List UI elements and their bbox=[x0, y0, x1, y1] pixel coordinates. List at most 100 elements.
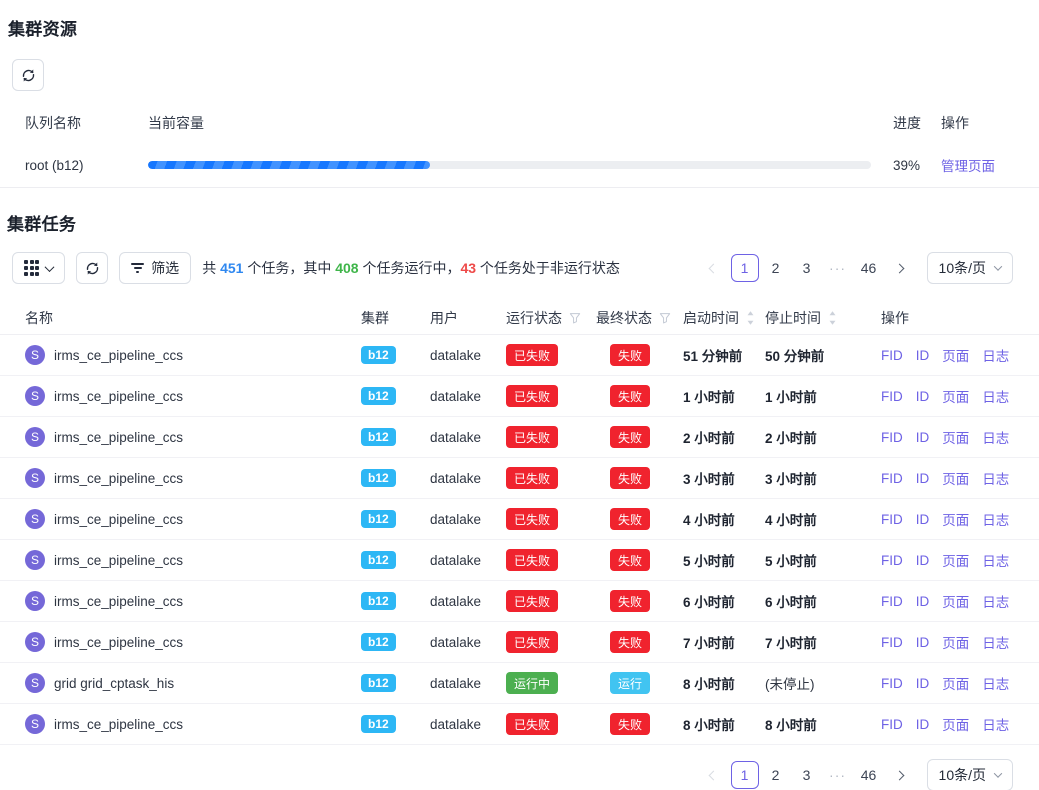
task-name: irms_ce_pipeline_ccs bbox=[54, 471, 183, 486]
action-link-page[interactable]: 页面 bbox=[942, 427, 969, 447]
action-link-id[interactable]: ID bbox=[916, 553, 930, 568]
action-link-fid[interactable]: FID bbox=[881, 717, 903, 732]
pagination-page-2[interactable]: 2 bbox=[762, 254, 790, 282]
run-status-cell: 已失败 bbox=[506, 467, 596, 489]
action-link-id[interactable]: ID bbox=[916, 348, 930, 363]
action-link-log[interactable]: 日志 bbox=[982, 673, 1009, 693]
action-link-page[interactable]: 页面 bbox=[942, 386, 969, 406]
action-link-log[interactable]: 日志 bbox=[982, 345, 1009, 365]
final-status-cell: 失败 bbox=[596, 344, 683, 366]
chevron-right-icon bbox=[895, 263, 905, 273]
action-link-id[interactable]: ID bbox=[916, 635, 930, 650]
refresh-icon bbox=[85, 261, 100, 276]
manage-page-link[interactable]: 管理页面 bbox=[941, 159, 995, 174]
queue-name: root (b12) bbox=[25, 158, 148, 173]
action-link-id[interactable]: ID bbox=[916, 471, 930, 486]
actions-cell: FID ID 页面日志 bbox=[881, 468, 1011, 488]
start-time: 8 小时前 bbox=[683, 673, 765, 693]
filter-button[interactable]: 筛选 bbox=[119, 252, 191, 284]
final-status-badge: 失败 bbox=[610, 713, 650, 735]
pagination-page-46[interactable]: 46 bbox=[855, 254, 883, 282]
task-name-cell: Sirms_ce_pipeline_ccs bbox=[25, 345, 361, 365]
action-link-id[interactable]: ID bbox=[916, 676, 930, 691]
final-status-cell: 失败 bbox=[596, 508, 683, 530]
action-link-fid[interactable]: FID bbox=[881, 594, 903, 609]
action-link-id[interactable]: ID bbox=[916, 717, 930, 732]
chevron-down-icon bbox=[994, 262, 1002, 270]
action-link-id[interactable]: ID bbox=[916, 430, 930, 445]
pagination-prev-button[interactable] bbox=[700, 761, 728, 789]
stop-time: 3 小时前 bbox=[765, 468, 881, 488]
action-link-log[interactable]: 日志 bbox=[982, 591, 1009, 611]
pagination-page-2[interactable]: 2 bbox=[762, 761, 790, 789]
start-time: 2 小时前 bbox=[683, 427, 765, 447]
action-link-page[interactable]: 页面 bbox=[942, 550, 969, 570]
action-link-id[interactable]: ID bbox=[916, 594, 930, 609]
sorter-icon[interactable] bbox=[828, 309, 837, 327]
col-stop-time: 停止时间 bbox=[765, 308, 881, 328]
col-cluster: 集群 bbox=[361, 308, 430, 328]
action-link-page[interactable]: 页面 bbox=[942, 468, 969, 488]
action-link-log[interactable]: 日志 bbox=[982, 468, 1009, 488]
action-link-page[interactable]: 页面 bbox=[942, 714, 969, 734]
action-link-page[interactable]: 页面 bbox=[942, 509, 969, 529]
cluster-cell: b12 bbox=[361, 387, 430, 405]
action-link-id[interactable]: ID bbox=[916, 389, 930, 404]
action-link-log[interactable]: 日志 bbox=[982, 386, 1009, 406]
pagination-page-1[interactable]: 1 bbox=[731, 254, 759, 282]
action-link-id[interactable]: ID bbox=[916, 512, 930, 527]
task-user: datalake bbox=[430, 430, 506, 445]
action-link-log[interactable]: 日志 bbox=[982, 427, 1009, 447]
run-status-badge: 已失败 bbox=[506, 467, 558, 489]
pagination-ellipsis[interactable]: ··· bbox=[824, 761, 852, 789]
page-size-select[interactable]: 10条/页 bbox=[927, 252, 1013, 284]
table-row: Sirms_ce_pipeline_ccsb12datalake已失败失败8 小… bbox=[0, 704, 1039, 745]
action-link-fid[interactable]: FID bbox=[881, 348, 903, 363]
pagination-page-1[interactable]: 1 bbox=[731, 761, 759, 789]
resources-refresh-button[interactable] bbox=[12, 59, 44, 91]
task-name-cell: Sgrid grid_cptask_his bbox=[25, 673, 361, 693]
action-link-log[interactable]: 日志 bbox=[982, 509, 1009, 529]
col-actions: 操作 bbox=[881, 308, 1011, 328]
pagination-next-button[interactable] bbox=[886, 761, 914, 789]
tasks-toolbar: 筛选 共 451 个任务，其中 408 个任务运行中，43 个任务处于非运行状态… bbox=[0, 252, 1039, 284]
final-status-cell: 失败 bbox=[596, 426, 683, 448]
pagination-page-3[interactable]: 3 bbox=[793, 254, 821, 282]
pagination-next-button[interactable] bbox=[886, 254, 914, 282]
action-link-log[interactable]: 日志 bbox=[982, 714, 1009, 734]
layout-dropdown-button[interactable] bbox=[12, 252, 65, 284]
run-status-badge: 已失败 bbox=[506, 549, 558, 571]
filter-funnel-icon[interactable] bbox=[659, 312, 671, 324]
page-size-select[interactable]: 10条/页 bbox=[927, 759, 1013, 790]
cluster-cell: b12 bbox=[361, 674, 430, 692]
action-link-page[interactable]: 页面 bbox=[942, 673, 969, 693]
action-link-page[interactable]: 页面 bbox=[942, 345, 969, 365]
action-link-fid[interactable]: FID bbox=[881, 430, 903, 445]
action-link-log[interactable]: 日志 bbox=[982, 550, 1009, 570]
tasks-refresh-button[interactable] bbox=[76, 252, 108, 284]
action-link-fid[interactable]: FID bbox=[881, 676, 903, 691]
action-link-fid[interactable]: FID bbox=[881, 471, 903, 486]
actions-cell: FID ID 页面日志 bbox=[881, 509, 1011, 529]
capacity-progress-fill bbox=[148, 161, 430, 169]
action-link-fid[interactable]: FID bbox=[881, 635, 903, 650]
pagination-prev-button[interactable] bbox=[700, 254, 728, 282]
action-link-fid[interactable]: FID bbox=[881, 389, 903, 404]
pagination-page-3[interactable]: 3 bbox=[793, 761, 821, 789]
avatar: S bbox=[25, 386, 45, 406]
task-name: irms_ce_pipeline_ccs bbox=[54, 594, 183, 609]
action-link-fid[interactable]: FID bbox=[881, 553, 903, 568]
col-name: 名称 bbox=[25, 308, 361, 328]
resources-row: root (b12) 39% 管理页面 bbox=[0, 143, 1039, 188]
cluster-tag: b12 bbox=[361, 387, 396, 405]
start-time: 51 分钟前 bbox=[683, 345, 765, 365]
action-link-page[interactable]: 页面 bbox=[942, 632, 969, 652]
filter-funnel-icon[interactable] bbox=[569, 312, 581, 324]
pagination-ellipsis[interactable]: ··· bbox=[824, 254, 852, 282]
avatar: S bbox=[25, 673, 45, 693]
sorter-icon[interactable] bbox=[746, 309, 755, 327]
action-link-log[interactable]: 日志 bbox=[982, 632, 1009, 652]
action-link-page[interactable]: 页面 bbox=[942, 591, 969, 611]
action-link-fid[interactable]: FID bbox=[881, 512, 903, 527]
pagination-page-46[interactable]: 46 bbox=[855, 761, 883, 789]
